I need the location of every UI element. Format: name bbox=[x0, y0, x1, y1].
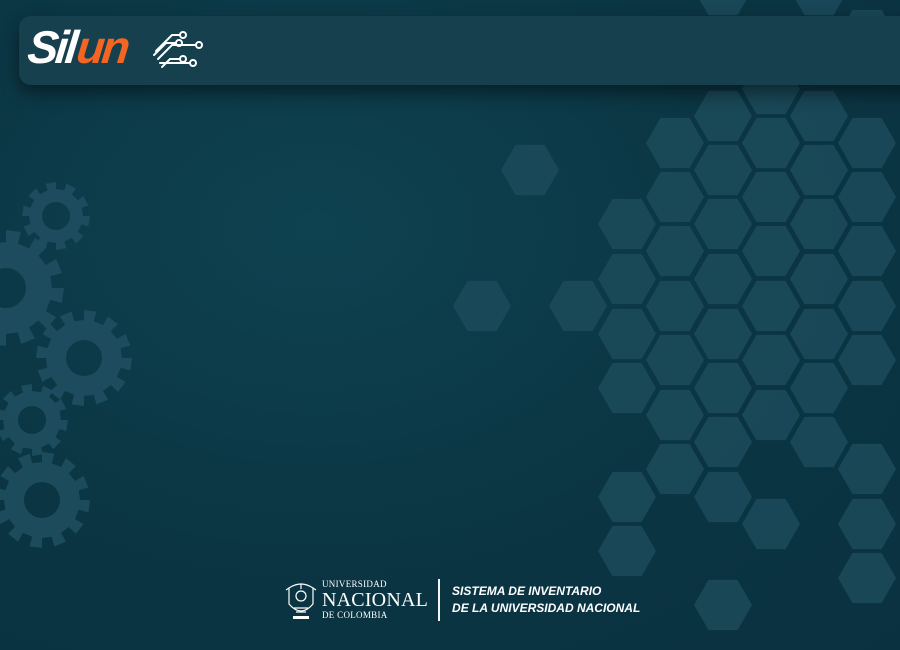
university-line3: DE COLOMBIA bbox=[322, 610, 388, 620]
hexagon-shape bbox=[795, 0, 843, 16]
system-title: SISTEMA DE INVENTARIO DE LA UNIVERSIDAD … bbox=[452, 583, 640, 617]
hexagon-shape bbox=[838, 117, 896, 169]
hexagon-shape bbox=[646, 117, 704, 169]
hexagon-shape bbox=[838, 225, 896, 277]
hexagon-shape bbox=[742, 334, 800, 386]
hexagon-shape bbox=[501, 144, 559, 196]
footer-divider bbox=[438, 579, 441, 621]
hexagon-shape bbox=[694, 471, 752, 523]
hexagon-shape bbox=[790, 416, 848, 468]
hexagon-shape bbox=[838, 280, 896, 332]
university-line1: UNIVERSIDAD bbox=[322, 579, 387, 589]
gear-shape bbox=[22, 182, 90, 250]
gear-shape bbox=[0, 452, 90, 548]
hexagon-shape bbox=[699, 0, 747, 16]
hexagon-shape bbox=[694, 362, 752, 414]
hexagon-shape bbox=[646, 171, 704, 223]
hexagon-shape bbox=[598, 471, 656, 523]
hexagon-shape bbox=[694, 308, 752, 360]
circuit-icon bbox=[153, 31, 203, 68]
hexagon-shape bbox=[694, 198, 752, 250]
hexagon-shape bbox=[598, 525, 656, 577]
hexagon-shape bbox=[838, 334, 896, 386]
hexagon-shape bbox=[742, 225, 800, 277]
hexagon-shape bbox=[694, 144, 752, 196]
university-line2: NACIONAL bbox=[322, 589, 429, 611]
hexagon-shape bbox=[694, 253, 752, 305]
university-name: UNIVERSIDAD NACIONAL DE COLOMBIA bbox=[322, 580, 428, 620]
hexagon-shape bbox=[742, 171, 800, 223]
system-title-line1: SISTEMA DE INVENTARIO bbox=[452, 584, 602, 598]
hexagon-shape bbox=[598, 253, 656, 305]
hexagon-shape bbox=[742, 389, 800, 441]
hexagon-shape bbox=[742, 498, 800, 550]
hexagon-shape bbox=[838, 171, 896, 223]
hexagon-shape bbox=[790, 90, 848, 142]
hexagon-shape bbox=[790, 144, 848, 196]
hexagon-shape bbox=[646, 443, 704, 495]
hexagon-shape bbox=[694, 90, 752, 142]
university-crest-icon bbox=[285, 583, 317, 619]
hexagon-shape bbox=[790, 308, 848, 360]
hexagon-shape bbox=[598, 308, 656, 360]
hexagon-shape bbox=[646, 334, 704, 386]
hexagon-shape bbox=[646, 389, 704, 441]
hexagon-shape bbox=[694, 416, 752, 468]
hexagon-shape bbox=[646, 225, 704, 277]
hexagon-shape bbox=[838, 443, 896, 495]
hexagon-shape bbox=[838, 498, 896, 550]
hexagon-shape bbox=[646, 280, 704, 332]
hexagon-shape bbox=[598, 198, 656, 250]
hexagon-shape bbox=[790, 198, 848, 250]
hexagon-shape bbox=[838, 552, 896, 604]
hexagon-shape bbox=[694, 579, 752, 631]
logo-text-sil: Sil bbox=[25, 21, 78, 73]
hexagon-shape bbox=[598, 362, 656, 414]
app-logo[interactable]: Sil un bbox=[25, 20, 131, 74]
hexagon-shape bbox=[742, 117, 800, 169]
hexagon-shape bbox=[549, 280, 607, 332]
hexagon-shape bbox=[453, 280, 511, 332]
system-title-line2: DE LA UNIVERSIDAD NACIONAL bbox=[452, 601, 641, 615]
hexagon-shape bbox=[790, 362, 848, 414]
hexagon-shape bbox=[790, 253, 848, 305]
hexagon-shape bbox=[742, 280, 800, 332]
footer-branding: UNIVERSIDAD NACIONAL DE COLOMBIA SISTEMA… bbox=[284, 576, 640, 624]
logo-text-un: un bbox=[74, 21, 131, 73]
